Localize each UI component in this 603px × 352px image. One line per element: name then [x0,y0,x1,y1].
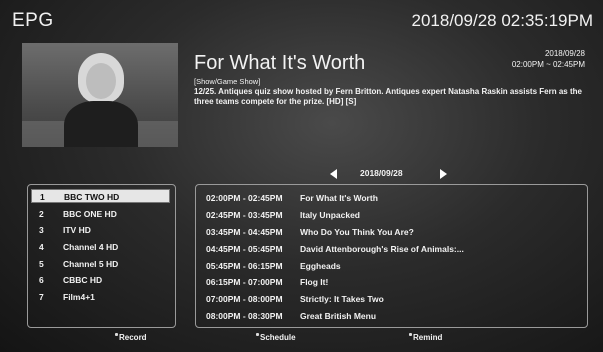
channel-name: BBC TWO HD [64,192,120,202]
channel-name: CBBC HD [63,275,103,285]
program-thumbnail [22,43,178,147]
remind-label: Remind [413,333,443,342]
channel-name: ITV HD [63,225,91,235]
schedule-time: 04:45PM - 05:45PM [206,244,283,254]
schedule-title: Flog It! [300,277,329,287]
schedule-title: Strictly: It Takes Two [300,294,384,304]
page-title: EPG [12,10,54,31]
schedule-row[interactable]: 03:45PM - 04:45PM Who Do You Think You Ar… [206,225,414,239]
date-label: 2018/09/28 [360,168,403,178]
channel-number: 1 [40,192,45,202]
program-datetime: 2018/09/28 02:00PM ~ 02:45PM [512,48,585,70]
schedule-time: 02:45PM - 03:45PM [206,210,283,220]
channel-number: 4 [39,242,44,252]
schedule-row[interactable]: 02:45PM - 03:45PM Italy Unpacked [206,208,360,222]
channel-name: BBC ONE HD [63,209,117,219]
schedule-row[interactable]: 05:45PM - 06:15PM Eggheads [206,259,341,273]
program-genre: [Show/Game Show] [194,77,261,86]
schedule-time: 03:45PM - 04:45PM [206,227,283,237]
schedule-button[interactable]: Schedule [256,333,296,342]
channel-name: Film4+1 [63,292,95,302]
red-key-icon [115,333,118,336]
channel-item[interactable]: 2 BBC ONE HD [31,207,170,221]
schedule-time: 07:00PM - 08:00PM [206,294,283,304]
schedule-title: David Attenborough's Rise of Animals:... [300,244,464,254]
clock: 2018/09/28 02:35:19PM [411,11,593,30]
program-title: For What It's Worth [194,52,366,74]
channel-item[interactable]: 7 Film4+1 [31,290,170,304]
schedule-title: For What It's Worth [300,193,378,203]
schedule-row[interactable]: 06:15PM - 07:00PM Flog It! [206,275,328,289]
schedule-label: Schedule [260,333,296,342]
channel-item[interactable]: 1 BBC TWO HD [31,189,170,203]
channel-list: 1 BBC TWO HD 2 BBC ONE HD 3 ITV HD 4 Cha… [27,184,176,328]
schedule-row[interactable]: 02:00PM - 02:45PM For What It's Worth [206,191,378,205]
channel-number: 6 [39,275,44,285]
schedule-time: 02:00PM - 02:45PM [206,193,283,203]
schedule-row[interactable]: 07:00PM - 08:00PM Strictly: It Takes Two [206,292,384,306]
previous-day-arrow-icon[interactable] [330,169,337,179]
date-navigator: 2018/09/28 [330,167,450,181]
schedule-time: 06:15PM - 07:00PM [206,277,283,287]
record-button[interactable]: Record [115,333,147,342]
schedule-title: Italy Unpacked [300,210,360,220]
green-key-icon [256,333,259,336]
schedule-time: 08:00PM - 08:30PM [206,311,283,321]
program-time: 02:00PM ~ 02:45PM [511,60,585,69]
schedule-title: Who Do You Think You Are? [300,227,414,237]
channel-item[interactable]: 6 CBBC HD [31,273,170,287]
yellow-key-icon [409,333,412,336]
schedule-title: Eggheads [300,261,341,271]
channel-name: Channel 4 HD [63,242,119,252]
next-day-arrow-icon[interactable] [440,169,447,179]
channel-item[interactable]: 5 Channel 5 HD [31,257,170,271]
program-date: 2018/09/28 [544,49,585,58]
channel-number: 5 [39,259,44,269]
schedule-time: 05:45PM - 06:15PM [206,261,283,271]
schedule-list: 02:00PM - 02:45PM For What It's Worth 02:… [195,184,588,328]
schedule-row[interactable]: 04:45PM - 05:45PM David Attenborough's Ri… [206,242,464,256]
record-label: Record [119,333,147,342]
channel-item[interactable]: 3 ITV HD [31,223,170,237]
remind-button[interactable]: Remind [409,333,442,342]
channel-item[interactable]: 4 Channel 4 HD [31,240,170,254]
schedule-title: Great British Menu [300,311,377,321]
channel-name: Channel 5 HD [63,259,119,269]
channel-number: 3 [39,225,44,235]
schedule-row[interactable]: 08:00PM - 08:30PM Great British Menu [206,309,376,323]
channel-number: 7 [39,292,44,302]
program-description: 12/25. Antiques quiz show hosted by Fern… [194,87,582,106]
channel-number: 2 [39,209,44,219]
